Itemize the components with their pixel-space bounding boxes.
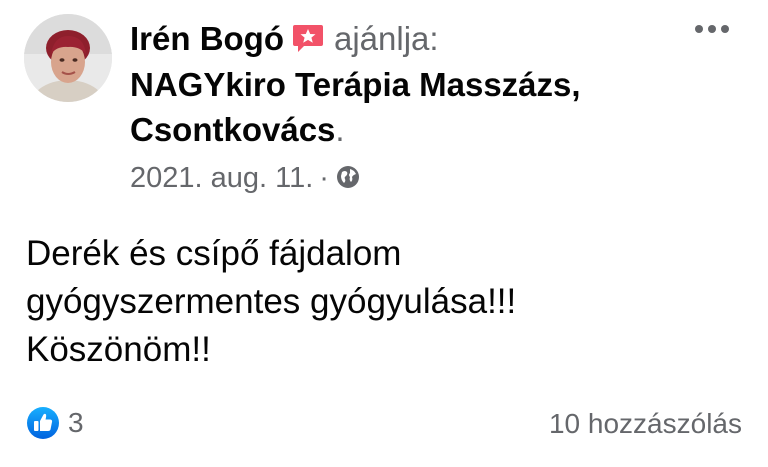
page-name-period: .	[335, 111, 345, 148]
post-date[interactable]: 2021. aug. 11.	[130, 162, 313, 194]
recommended-page-name[interactable]: NAGYkiro Terápia Masszázs, Csontkovács.	[130, 62, 690, 152]
like-icon	[27, 407, 59, 439]
recommends-label: ajánlja:	[334, 20, 439, 57]
post-header: Irén Bogó ajánlja: NAGYkiro Terápia Mass…	[130, 16, 690, 198]
post-footer: 3 10 hozzászólás	[26, 402, 742, 446]
more-options-icon[interactable]	[694, 22, 730, 36]
recommend-badge-icon	[293, 25, 323, 52]
page-name-line-1: NAGYkiro Terápia Masszázs,	[130, 66, 581, 103]
avatar[interactable]	[24, 14, 112, 102]
post-text-line: Derék és csípő fájdalom	[26, 234, 402, 273]
reactions-summary[interactable]: 3	[26, 406, 84, 440]
reaction-count: 3	[68, 407, 84, 438]
post-text-line: gyógyszermentes gyógyulása!!!	[26, 282, 517, 321]
header-line: Irén Bogó ajánlja:	[130, 16, 690, 62]
post-text-line: Köszönöm!!	[26, 330, 211, 369]
author-name[interactable]: Irén Bogó	[130, 20, 284, 57]
comments-count[interactable]: 10 hozzászólás	[549, 408, 742, 440]
meta-separator: ·	[319, 162, 329, 194]
post-body: Derék és csípő fájdalom gyógyszermentes …	[26, 230, 726, 374]
page-name-line-2-text: Csontkovács	[130, 111, 336, 148]
post-meta: 2021. aug. 11. ·	[130, 158, 690, 198]
avatar-photo	[24, 14, 112, 102]
page-name-line-2: Csontkovács.	[130, 107, 690, 152]
globe-icon[interactable]	[335, 164, 361, 190]
